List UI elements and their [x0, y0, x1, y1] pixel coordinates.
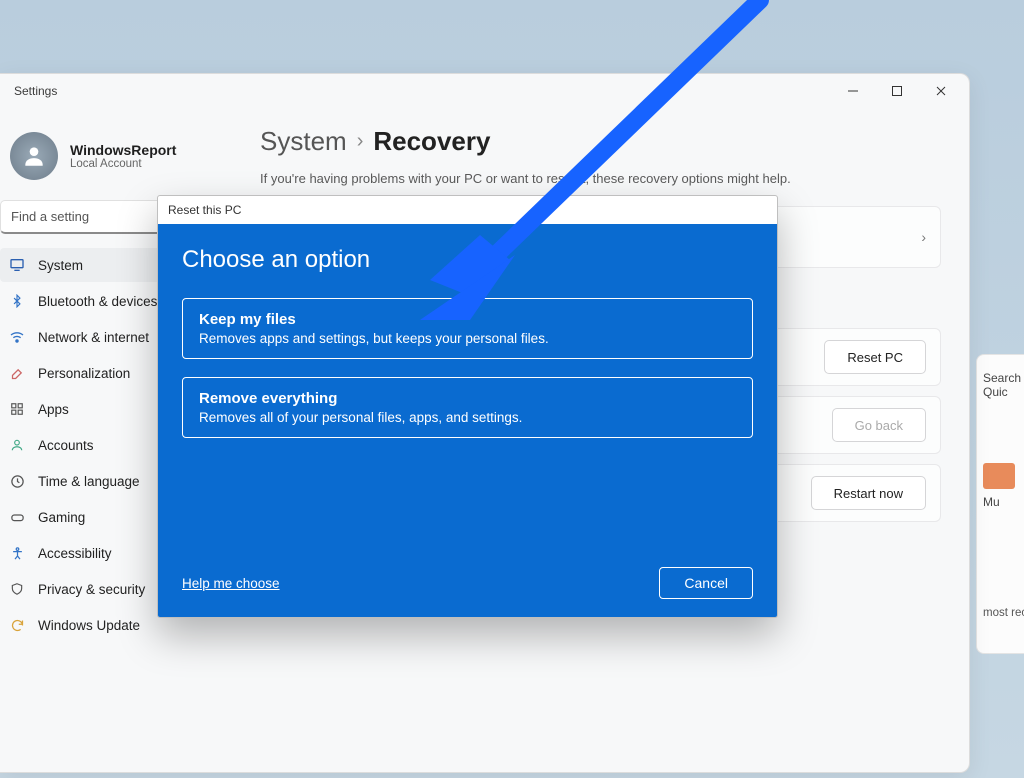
clock-icon: [8, 472, 26, 490]
bg-folder-icon: [983, 463, 1015, 489]
user-name: WindowsReport: [70, 142, 176, 158]
minimize-button[interactable]: [831, 76, 875, 106]
go-back-button: Go back: [832, 408, 926, 442]
dialog-title: Reset this PC: [158, 196, 777, 224]
sidebar-label: Accessibility: [38, 546, 112, 561]
cancel-button[interactable]: Cancel: [659, 567, 753, 599]
restart-now-button[interactable]: Restart now: [811, 476, 926, 510]
user-account: Local Account: [70, 158, 176, 170]
update-icon: [8, 616, 26, 634]
bluetooth-icon: [8, 292, 26, 310]
display-icon: [8, 256, 26, 274]
window-title: Settings: [14, 84, 57, 98]
sidebar-label: System: [38, 258, 83, 273]
background-window: Search Quic Mu most recen: [976, 354, 1024, 654]
sidebar-label: Personalization: [38, 366, 130, 381]
crumb-current: Recovery: [373, 126, 490, 157]
option-desc: Removes apps and settings, but keeps you…: [199, 331, 736, 346]
bg-recent-fragment: most recen: [983, 607, 1018, 619]
avatar: [10, 132, 58, 180]
sidebar-label: Accounts: [38, 438, 94, 453]
help-me-choose-link[interactable]: Help me choose: [182, 576, 280, 591]
page-description: If you're having problems with your PC o…: [260, 171, 941, 186]
crumb-parent[interactable]: System: [260, 126, 347, 157]
sidebar-label: Bluetooth & devices: [38, 294, 157, 309]
accessibility-icon: [8, 544, 26, 562]
maximize-button[interactable]: [875, 76, 919, 106]
breadcrumb: System › Recovery: [260, 126, 941, 157]
wifi-icon: [8, 328, 26, 346]
bg-label-fragment: Mu: [983, 495, 1018, 509]
reset-pc-button[interactable]: Reset PC: [824, 340, 926, 374]
paint-icon: [8, 364, 26, 382]
person-icon: [8, 436, 26, 454]
sidebar-label: Apps: [38, 402, 69, 417]
chevron-right-icon: ›: [357, 130, 364, 153]
bg-search-fragment[interactable]: Search Quic: [983, 371, 1018, 399]
sidebar-label: Network & internet: [38, 330, 149, 345]
titlebar: Settings: [0, 74, 969, 108]
dialog-heading: Choose an option: [182, 246, 753, 274]
option-desc: Removes all of your personal files, apps…: [199, 410, 736, 425]
option-keep-my-files[interactable]: Keep my files Removes apps and settings,…: [182, 298, 753, 359]
chevron-right-icon: ›: [921, 229, 926, 245]
sidebar-label: Gaming: [38, 510, 85, 525]
sidebar-label: Time & language: [38, 474, 140, 489]
sidebar-label: Windows Update: [38, 618, 140, 633]
option-remove-everything[interactable]: Remove everything Removes all of your pe…: [182, 377, 753, 438]
sidebar-label: Privacy & security: [38, 582, 145, 597]
gaming-icon: [8, 508, 26, 526]
option-title: Keep my files: [199, 311, 736, 328]
shield-icon: [8, 580, 26, 598]
user-block[interactable]: WindowsReport Local Account: [0, 126, 232, 200]
reset-pc-dialog: Reset this PC Choose an option Keep my f…: [157, 195, 778, 618]
option-title: Remove everything: [199, 390, 736, 407]
close-button[interactable]: [919, 76, 963, 106]
apps-icon: [8, 400, 26, 418]
